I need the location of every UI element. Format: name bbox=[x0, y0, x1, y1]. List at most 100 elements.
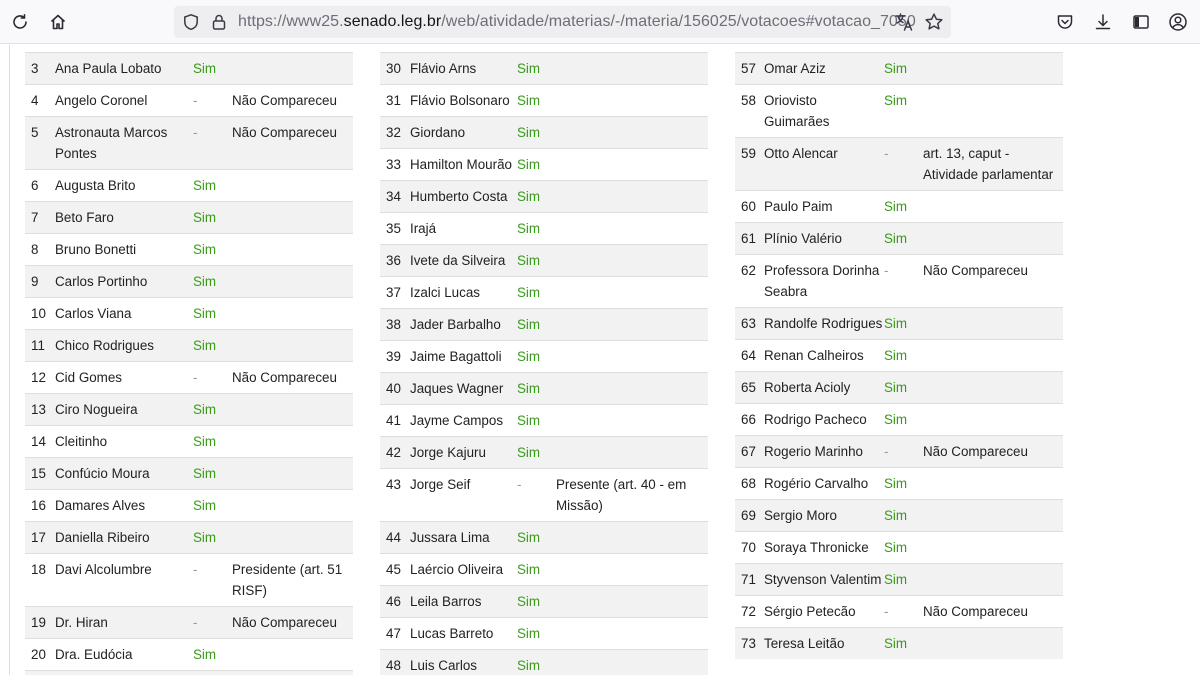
vote-row: 64 Renan Calheiros Sim bbox=[735, 339, 1063, 372]
vote-row: 38 Jader Barbalho Sim bbox=[380, 308, 708, 341]
seat-number: 38 bbox=[380, 308, 410, 341]
vote-value: Sim bbox=[517, 649, 556, 675]
vote-note bbox=[232, 297, 353, 330]
translate-icon[interactable] bbox=[893, 11, 915, 33]
vote-note bbox=[923, 371, 1063, 404]
vote-row: 13 Ciro Nogueira Sim bbox=[25, 393, 353, 426]
vote-note bbox=[556, 553, 708, 586]
vote-row: 41 Jayme Campos Sim bbox=[380, 404, 708, 437]
vote-row: 45 Laércio Oliveira Sim bbox=[380, 553, 708, 586]
vote-value: - bbox=[884, 595, 923, 628]
vote-note bbox=[923, 339, 1063, 372]
vote-note bbox=[923, 403, 1063, 436]
senator-name: Jorge Kajuru bbox=[410, 436, 517, 469]
vote-note bbox=[556, 308, 708, 341]
seat-number: 10 bbox=[25, 297, 55, 330]
seat-number: 3 bbox=[25, 52, 55, 85]
seat-number: 73 bbox=[735, 627, 764, 659]
seat-number: 21 bbox=[25, 670, 55, 675]
senator-name: Jaques Wagner bbox=[410, 372, 517, 405]
vote-row: 59 Otto Alencar - art. 13, caput - Atividad… bbox=[735, 137, 1063, 191]
vote-note bbox=[556, 116, 708, 149]
home-icon[interactable] bbox=[44, 8, 72, 36]
senator-name: Ciro Nogueira bbox=[55, 393, 193, 426]
vote-value: Sim bbox=[884, 467, 923, 500]
vote-value: Sim bbox=[193, 457, 232, 490]
senator-name: Roberta Acioly bbox=[764, 371, 884, 404]
seat-number: 45 bbox=[380, 553, 410, 586]
url-text[interactable]: https://www25.senado.leg.br/web/atividad… bbox=[238, 13, 916, 31]
senator-name: Styvenson Valentim bbox=[764, 563, 884, 596]
senator-name: Soraya Thronicke bbox=[764, 531, 884, 564]
seat-number: 35 bbox=[380, 212, 410, 245]
senator-name: Davi Alcolumbre bbox=[55, 553, 193, 607]
tracking-protection-icon[interactable] bbox=[180, 11, 202, 33]
seat-number: 43 bbox=[380, 468, 410, 522]
vote-value: Sim bbox=[517, 404, 556, 437]
vote-value: Sim bbox=[517, 553, 556, 586]
browser-toolbar: https://www25.senado.leg.br/web/atividad… bbox=[0, 0, 1200, 44]
senator-name: Luis Carlos bbox=[410, 649, 517, 675]
vote-value: Sim bbox=[193, 638, 232, 671]
vote-value: Sim bbox=[193, 52, 232, 85]
vote-note bbox=[232, 265, 353, 298]
vote-note bbox=[232, 670, 353, 675]
vote-note bbox=[556, 52, 708, 85]
seat-number: 16 bbox=[25, 489, 55, 522]
vote-table: 3 Ana Paula Lobato Sim 4 Angelo Coronel - Não … bbox=[25, 52, 353, 675]
url-host: senado.leg.br bbox=[343, 13, 442, 30]
vote-note bbox=[556, 276, 708, 309]
senator-name: Cid Gomes bbox=[55, 361, 193, 394]
vote-value: Sim bbox=[517, 617, 556, 650]
vote-row: 7 Beto Faro Sim bbox=[25, 201, 353, 234]
seat-number: 11 bbox=[25, 329, 55, 362]
vote-row: 67 Rogerio Marinho - Não Compareceu bbox=[735, 435, 1063, 468]
vote-note bbox=[556, 340, 708, 373]
seat-number: 42 bbox=[380, 436, 410, 469]
vote-note bbox=[923, 531, 1063, 564]
senator-name: Irajá bbox=[410, 212, 517, 245]
vote-value: Sim bbox=[193, 297, 232, 330]
senator-name: Angelo Coronel bbox=[55, 84, 193, 117]
vote-row: 15 Confúcio Moura Sim bbox=[25, 457, 353, 490]
vote-value: Sim bbox=[517, 372, 556, 405]
seat-number: 40 bbox=[380, 372, 410, 405]
downloads-icon[interactable] bbox=[1089, 8, 1117, 36]
bookmark-star-icon[interactable] bbox=[923, 11, 945, 33]
seat-number: 37 bbox=[380, 276, 410, 309]
vote-note bbox=[232, 201, 353, 234]
vote-value: Sim bbox=[517, 148, 556, 181]
vote-note bbox=[923, 190, 1063, 223]
pocket-icon[interactable] bbox=[1051, 8, 1079, 36]
page-content: 3 Ana Paula Lobato Sim 4 Angelo Coronel - Não … bbox=[0, 45, 1200, 675]
reload-icon[interactable] bbox=[6, 8, 34, 36]
vote-value: Sim bbox=[193, 425, 232, 458]
vote-row: 9 Carlos Portinho Sim bbox=[25, 265, 353, 298]
vote-value: Sim bbox=[517, 585, 556, 618]
vote-note: Presente (art. 40 - em Missão) bbox=[556, 468, 708, 522]
vote-value: Sim bbox=[884, 52, 923, 85]
seat-number: 69 bbox=[735, 499, 764, 532]
seat-number: 20 bbox=[25, 638, 55, 671]
sidebar-toggle-icon[interactable] bbox=[1127, 8, 1155, 36]
vote-value: Sim bbox=[193, 521, 232, 554]
senator-name: Bruno Bonetti bbox=[55, 233, 193, 266]
seat-number: 14 bbox=[25, 425, 55, 458]
vote-value: Sim bbox=[884, 403, 923, 436]
vote-value: - bbox=[517, 468, 556, 522]
vote-row: 14 Cleitinho Sim bbox=[25, 425, 353, 458]
vote-value: Sim bbox=[517, 244, 556, 277]
address-bar[interactable]: https://www25.senado.leg.br/web/atividad… bbox=[174, 6, 951, 38]
account-icon[interactable] bbox=[1164, 8, 1192, 36]
vote-row: 69 Sergio Moro Sim bbox=[735, 499, 1063, 532]
url-prefix: https://www25. bbox=[238, 13, 344, 30]
vote-row: 31 Flávio Bolsonaro Sim bbox=[380, 84, 708, 117]
senator-name: Flávio Bolsonaro bbox=[410, 84, 517, 117]
vote-row: 33 Hamilton Mourão Sim bbox=[380, 148, 708, 181]
vote-value: Sim bbox=[193, 265, 232, 298]
lock-icon[interactable] bbox=[208, 11, 230, 33]
vote-row: 12 Cid Gomes - Não Compareceu bbox=[25, 361, 353, 394]
vote-note: Não Compareceu bbox=[232, 606, 353, 639]
vote-note bbox=[232, 393, 353, 426]
seat-number: 30 bbox=[380, 52, 410, 85]
